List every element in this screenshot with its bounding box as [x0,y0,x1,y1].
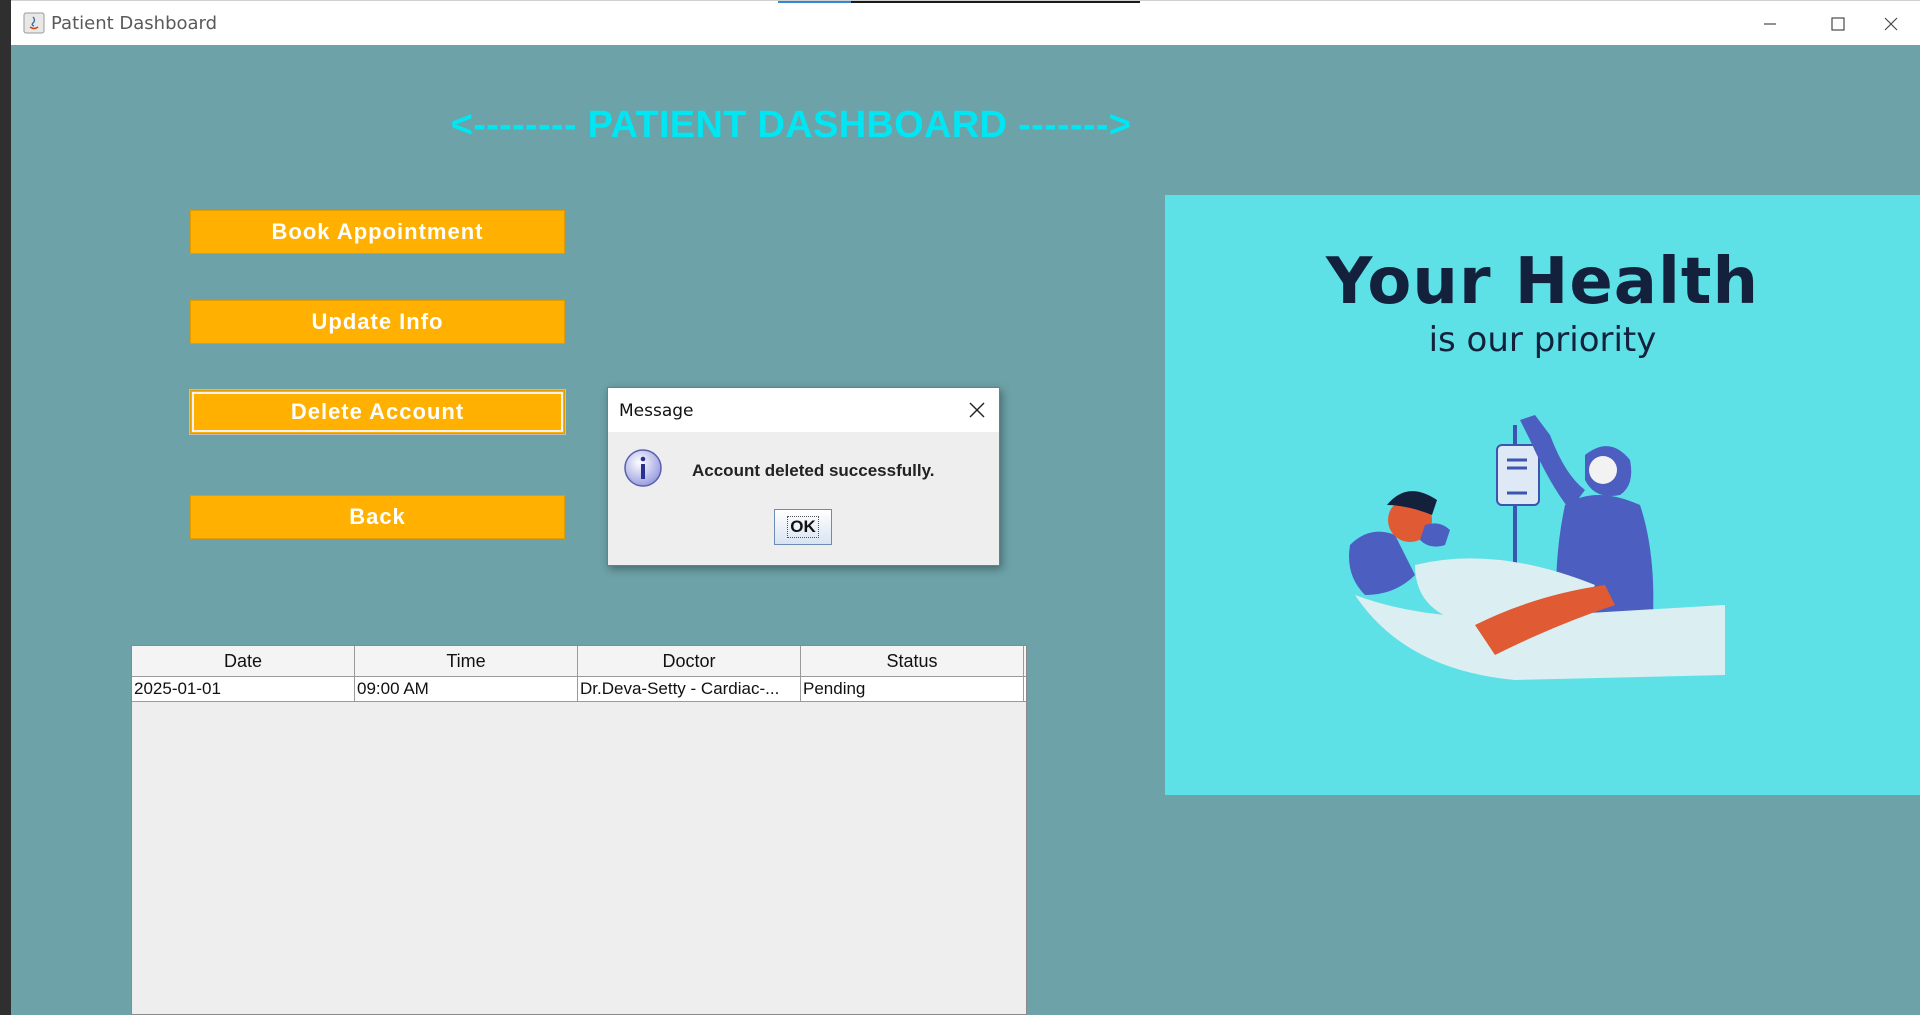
health-banner-image: Your Health is our priority [1165,195,1920,795]
close-icon[interactable] [965,398,989,422]
column-header-date[interactable]: Date [132,646,355,676]
window-title: Patient Dashboard [51,13,218,34]
close-window-button[interactable] [1861,8,1920,40]
java-app-icon [23,12,45,34]
column-header-status[interactable]: Status [801,646,1024,676]
window-titlebar[interactable]: Patient Dashboard [11,0,1920,45]
info-icon [624,449,662,487]
title-accent-highlight [778,1,851,3]
ok-button[interactable]: OK [774,509,832,545]
minimize-button[interactable] [1740,8,1800,40]
column-header-doctor[interactable]: Doctor [578,646,801,676]
dialog-title: Message [619,401,694,421]
banner-subtitle: is our priority [1428,320,1657,360]
desktop-edge [0,0,11,1015]
table-header: Date Time Doctor Status [132,646,1026,677]
table-row[interactable]: 2025-01-01 09:00 AM Dr.Deva-Setty - Card… [132,677,1026,702]
cell-date[interactable]: 2025-01-01 [132,677,355,701]
book-appointment-button[interactable]: Book Appointment [190,210,565,254]
patient-dashboard-window: Patient Dashboard <-------- PATIENT DASH… [11,0,1920,1015]
page-title: <-------- PATIENT DASHBOARD -------> [450,104,1132,146]
column-header-time[interactable]: Time [355,646,578,676]
back-button[interactable]: Back [190,495,565,539]
maximize-button[interactable] [1808,8,1868,40]
cell-doctor[interactable]: Dr.Deva-Setty - Cardiac-... [578,677,801,701]
banner-title: Your Health [1325,245,1760,319]
maximize-icon [1831,17,1845,31]
dialog-message: Account deleted successfully. [692,461,935,480]
ok-button-label: OK [787,516,819,538]
patient-care-illustration [1349,415,1725,680]
minimize-icon [1764,23,1776,25]
close-icon [1884,17,1898,31]
delete-account-button[interactable]: Delete Account [190,390,565,434]
cell-status[interactable]: Pending [801,677,1024,701]
update-info-button[interactable]: Update Info [190,300,565,344]
message-dialog: Message Account deleted successfully. OK [607,387,1000,566]
cell-time[interactable]: 09:00 AM [355,677,578,701]
dialog-titlebar[interactable]: Message [608,388,999,432]
appointments-table[interactable]: Date Time Doctor Status 2025-01-01 09:00… [131,645,1027,1015]
